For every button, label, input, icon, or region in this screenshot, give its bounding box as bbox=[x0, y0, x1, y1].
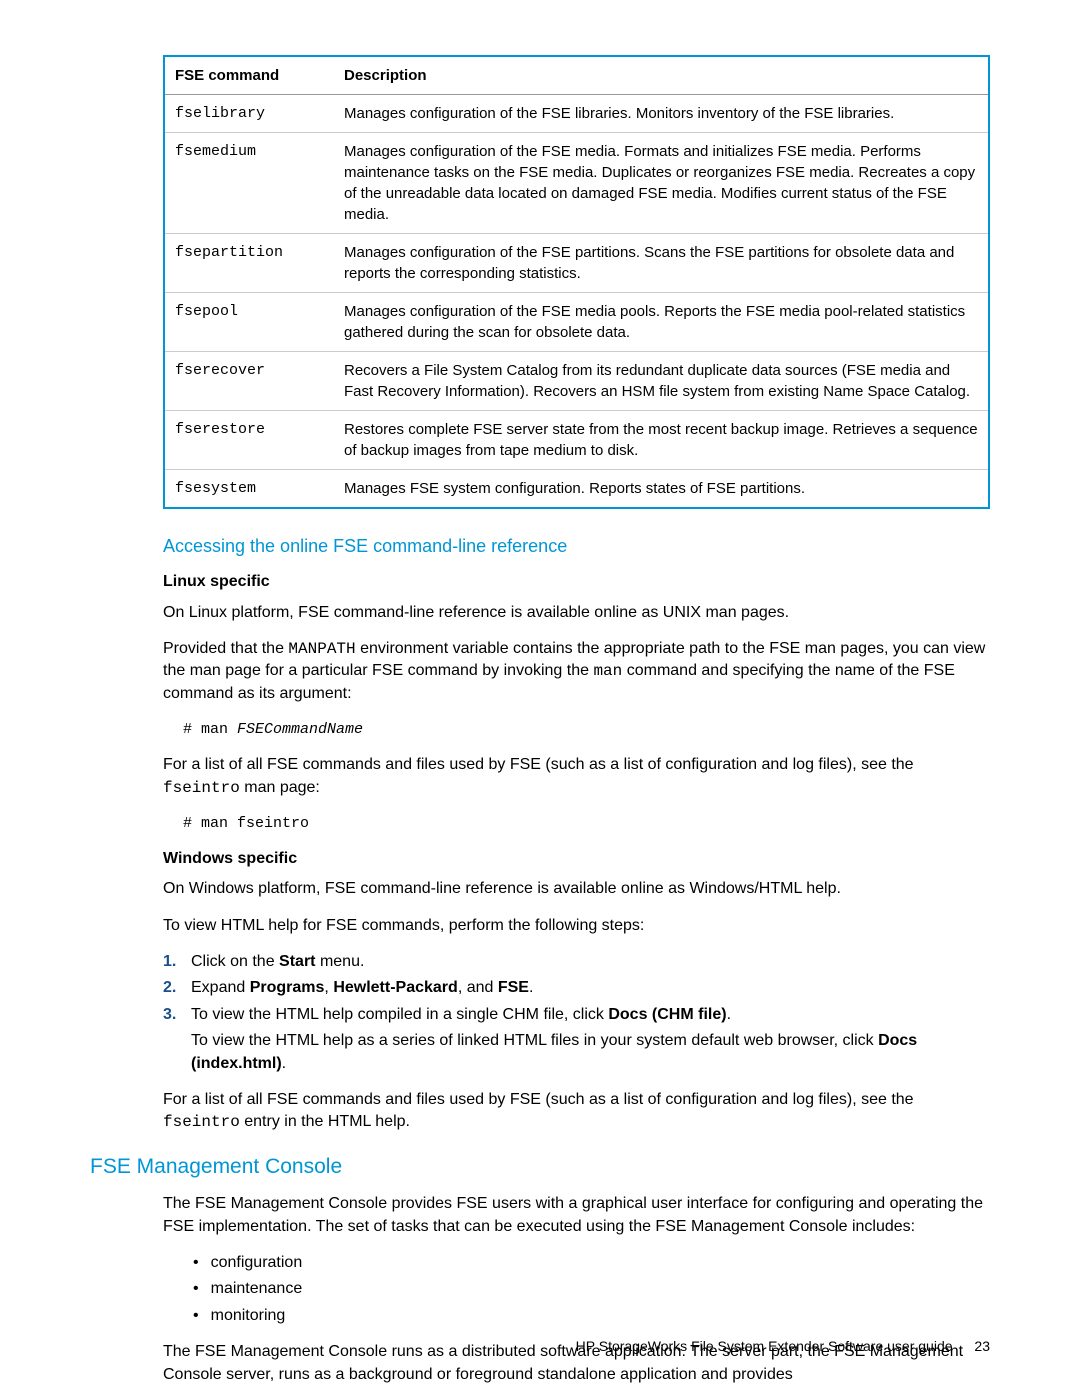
bullet-list: configuration maintenance monitoring bbox=[193, 1252, 990, 1327]
code-block: # man FSECommandName bbox=[183, 719, 990, 740]
table-row: fserestoreRestores complete FSE server s… bbox=[164, 411, 989, 470]
table-cell-cmd: fsemedium bbox=[164, 133, 334, 234]
list-item: 3. To view the HTML help compiled in a s… bbox=[163, 1004, 990, 1075]
list-item: configuration bbox=[193, 1252, 990, 1274]
table-cell-desc: Recovers a File System Catalog from its … bbox=[334, 352, 989, 411]
table-cell-cmd: fserestore bbox=[164, 411, 334, 470]
table-row: fsemediumManages configuration of the FS… bbox=[164, 133, 989, 234]
table-row: fsepoolManages configuration of the FSE … bbox=[164, 293, 989, 352]
table-row: fsepartitionManages configuration of the… bbox=[164, 234, 989, 293]
table-cell-cmd: fsepool bbox=[164, 293, 334, 352]
subhead-windows: Windows specific bbox=[163, 848, 990, 870]
list-item: monitoring bbox=[193, 1305, 990, 1327]
subhead-linux: Linux specific bbox=[163, 571, 990, 593]
paragraph: For a list of all FSE commands and files… bbox=[163, 754, 990, 799]
table-cell-desc: Restores complete FSE server state from … bbox=[334, 411, 989, 470]
paragraph: To view HTML help for FSE commands, perf… bbox=[163, 915, 990, 937]
table-cell-cmd: fsepartition bbox=[164, 234, 334, 293]
table-cell-desc: Manages configuration of the FSE media p… bbox=[334, 293, 989, 352]
paragraph: For a list of all FSE commands and files… bbox=[163, 1089, 990, 1134]
table-cell-desc: Manages configuration of the FSE media. … bbox=[334, 133, 989, 234]
table-header-cmd: FSE command bbox=[164, 56, 334, 95]
table-row: fselibraryManages configuration of the F… bbox=[164, 95, 989, 133]
page-number: 23 bbox=[974, 1338, 990, 1354]
table-cell-desc: Manages configuration of the FSE partiti… bbox=[334, 234, 989, 293]
table-row: fserecoverRecovers a File System Catalog… bbox=[164, 352, 989, 411]
table-cell-cmd: fserecover bbox=[164, 352, 334, 411]
table-header-desc: Description bbox=[334, 56, 989, 95]
paragraph: The FSE Management Console provides FSE … bbox=[163, 1193, 990, 1238]
table-cell-desc: Manages configuration of the FSE librari… bbox=[334, 95, 989, 133]
paragraph: On Windows platform, FSE command-line re… bbox=[163, 878, 990, 900]
paragraph: On Linux platform, FSE command-line refe… bbox=[163, 602, 990, 624]
list-item: maintenance bbox=[193, 1278, 990, 1300]
steps-list: 1. Click on the Start menu. 2. Expand Pr… bbox=[163, 951, 990, 1075]
page-footer: HP StorageWorks File System Extender Sof… bbox=[576, 1337, 990, 1357]
table-row: fsesystemManages FSE system configuratio… bbox=[164, 470, 989, 509]
footer-text: HP StorageWorks File System Extender Sof… bbox=[576, 1338, 953, 1354]
section-heading-mgmt-console: FSE Management Console bbox=[90, 1152, 990, 1181]
table-cell-cmd: fselibrary bbox=[164, 95, 334, 133]
table-cell-cmd: fsesystem bbox=[164, 470, 334, 509]
section-heading-online-ref: Accessing the online FSE command-line re… bbox=[163, 534, 990, 559]
list-item: 2. Expand Programs, Hewlett-Packard, and… bbox=[163, 977, 990, 999]
paragraph: Provided that the MANPATH environment va… bbox=[163, 638, 990, 705]
code-block: # man fseintro bbox=[183, 813, 990, 834]
list-item: 1. Click on the Start menu. bbox=[163, 951, 990, 973]
table-cell-desc: Manages FSE system configuration. Report… bbox=[334, 470, 989, 509]
fse-command-table: FSE command Description fselibraryManage… bbox=[163, 55, 990, 509]
